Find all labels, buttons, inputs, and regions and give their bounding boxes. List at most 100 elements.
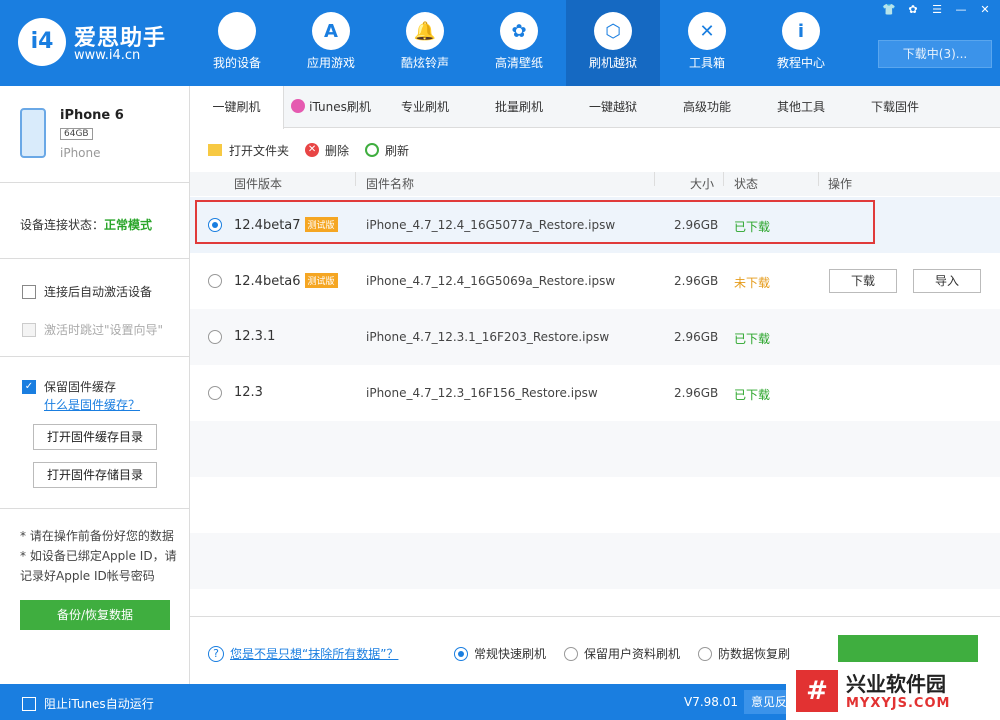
tab-advanced[interactable]: 高级功能 [660, 86, 754, 128]
open-folder-label: 打开文件夹 [229, 143, 290, 158]
nav-label: 工具箱 [688, 56, 725, 70]
mode-quick-label: 常规快速刷机 [474, 647, 547, 661]
row-version: 12.4beta6 测试版 [234, 273, 338, 289]
open-cache-dir-button[interactable]: 打开固件缓存目录 [33, 424, 157, 450]
watermark-name: 兴业软件园 [846, 672, 946, 696]
row-status: 已下载 [734, 332, 771, 346]
download-button[interactable]: 下载 [829, 269, 897, 293]
block-itunes-label: 阻止iTunes自动运行 [44, 697, 154, 711]
table-row[interactable]: 12.4beta6 测试版 iPhone_4.7_12.4_16G5069a_Re… [190, 253, 1000, 309]
refresh-icon [365, 143, 380, 157]
divider [0, 508, 190, 509]
auto-activate-option[interactable]: 连接后自动激活设备 [22, 283, 152, 300]
tab-pro-flash[interactable]: 专业刷机 [378, 86, 472, 128]
folder-icon [208, 144, 222, 156]
device-name: iPhone 6 [60, 108, 124, 123]
selection-highlight [195, 200, 875, 244]
auto-activate-checkbox[interactable] [22, 284, 36, 299]
nav-flash-jailbreak[interactable]: ⬡ 刷机越狱 [566, 0, 660, 86]
what-is-cache-link[interactable]: 什么是固件缓存？ [44, 396, 140, 413]
divider [0, 182, 190, 183]
mode-keep-data-option[interactable]: 保留用户资料刷机 [564, 645, 680, 662]
row-radio[interactable] [208, 274, 222, 288]
delete-button[interactable]: ✕ 删除 [305, 142, 349, 159]
settings-icon[interactable]: ✿ [904, 3, 922, 17]
col-divider [654, 172, 655, 186]
nav-my-device[interactable]: 我的设备 [190, 0, 284, 86]
block-itunes-checkbox[interactable] [22, 696, 36, 711]
keep-cache-option[interactable]: ✓ 保留固件缓存 [22, 378, 116, 395]
mode-recover-label: 防数据恢复刷 [718, 647, 791, 661]
col-divider [355, 172, 356, 186]
tab-itunes-flash[interactable]: iTunes刷机 [284, 86, 378, 128]
tab-one-click-jailbreak[interactable]: 一键越狱 [566, 86, 660, 128]
tab-other-tools[interactable]: 其他工具 [754, 86, 848, 128]
nav-ringtones[interactable]: 🔔 酷炫铃声 [378, 0, 472, 86]
beta-badge: 测试版 [304, 273, 338, 288]
flower-icon: ✿ [500, 12, 538, 50]
flash-tabs: 一键刷机 iTunes刷机 专业刷机 批量刷机 一键越狱 高级功能 其他工具 下… [190, 86, 1000, 129]
row-radio[interactable] [208, 386, 222, 400]
note-backup: * 请在操作前备份好您的数据 [20, 529, 174, 543]
row-filename: iPhone_4.7_12.3.1_16F203_Restore.ipsw [366, 330, 610, 344]
nav-label: 刷机越狱 [588, 56, 637, 70]
tools-icon: ✕ [688, 12, 726, 50]
app-version: V7.98.01 [684, 695, 739, 709]
col-action: 操作 [828, 177, 853, 191]
col-status: 状态 [734, 177, 759, 191]
mode-keep-radio[interactable] [564, 646, 578, 661]
mode-recover-radio[interactable] [698, 646, 712, 661]
menu-icon[interactable]: ☰ [928, 3, 946, 17]
mode-anti-recovery-option[interactable]: 防数据恢复刷 [698, 645, 790, 662]
close-icon[interactable]: ✕ [976, 3, 994, 17]
erase-all-link[interactable]: ? 您是不是只想“抹除所有数据”？ [208, 645, 398, 662]
skin-icon[interactable]: 👕 [880, 3, 898, 17]
nav-apps-games[interactable]: A 应用游戏 [284, 0, 378, 86]
import-button[interactable]: 导入 [913, 269, 981, 293]
tab-download-firmware[interactable]: 下载固件 [848, 86, 942, 128]
keep-cache-checkbox[interactable]: ✓ [22, 379, 36, 394]
firmware-toolbar: 打开文件夹 ✕ 删除 刷新 [208, 138, 425, 162]
app-store-icon: A [312, 12, 350, 50]
col-divider [818, 172, 819, 186]
sidebar: iPhone 6 64GB iPhone 设备连接状态：正常模式 连接后自动激活… [0, 86, 190, 684]
row-filename: iPhone_4.7_12.4_16G5069a_Restore.ipsw [366, 274, 616, 288]
col-name: 固件名称 [366, 177, 415, 191]
block-itunes-option[interactable]: 阻止iTunes自动运行 [22, 695, 154, 712]
table-row[interactable]: 12.3.1 iPhone_4.7_12.3.1_16F203_Restore.… [190, 309, 1000, 365]
tab-one-click-flash[interactable]: 一键刷机 [190, 86, 284, 129]
mode-quick-radio[interactable] [454, 646, 468, 661]
nav-tutorials[interactable]: i 教程中心 [754, 0, 848, 86]
mode-quick-option[interactable]: 常规快速刷机 [454, 645, 546, 662]
firmware-table-header: 固件版本 固件名称 大小 状态 操作 [190, 172, 1000, 196]
window-controls: 👕 ✿ ☰ — ✕ [880, 3, 994, 17]
nav-toolbox[interactable]: ✕ 工具箱 [660, 0, 754, 86]
empty-row [190, 477, 1000, 533]
row-radio[interactable] [208, 330, 222, 344]
open-store-dir-button[interactable]: 打开固件存储目录 [33, 462, 157, 488]
table-row[interactable]: 12.3 iPhone_4.7_12.3_16F156_Restore.ipsw… [190, 365, 1000, 421]
nav-label: 我的设备 [212, 56, 261, 70]
col-divider [723, 172, 724, 186]
info-icon: i [782, 12, 820, 50]
refresh-button[interactable]: 刷新 [365, 142, 409, 159]
nav-label: 教程中心 [776, 56, 825, 70]
tab-batch-flash[interactable]: 批量刷机 [472, 86, 566, 128]
skip-setup-option: 激活时跳过"设置向导" [22, 321, 163, 338]
divider [0, 258, 190, 259]
iphone-icon [20, 108, 46, 158]
open-folder-button[interactable]: 打开文件夹 [208, 142, 289, 159]
app-url: www.i4.cn [74, 48, 141, 63]
apple-icon [218, 12, 256, 50]
itunes-icon [291, 99, 306, 113]
skip-setup-label: 激活时跳过"设置向导" [44, 323, 164, 337]
device-capacity: 64GB [60, 128, 93, 140]
col-version: 固件版本 [234, 177, 283, 191]
minimize-icon[interactable]: — [952, 3, 970, 17]
watermark: # 兴业软件园 MYXYJS.COM [786, 662, 1000, 720]
backup-restore-button[interactable]: 备份/恢复数据 [20, 600, 170, 630]
erase-all-text: 您是不是只想“抹除所有数据”？ [230, 647, 399, 661]
nav-wallpapers[interactable]: ✿ 高清壁纸 [472, 0, 566, 86]
downloads-button[interactable]: 下载中(3)... [878, 40, 992, 68]
start-flash-button[interactable] [838, 635, 978, 665]
